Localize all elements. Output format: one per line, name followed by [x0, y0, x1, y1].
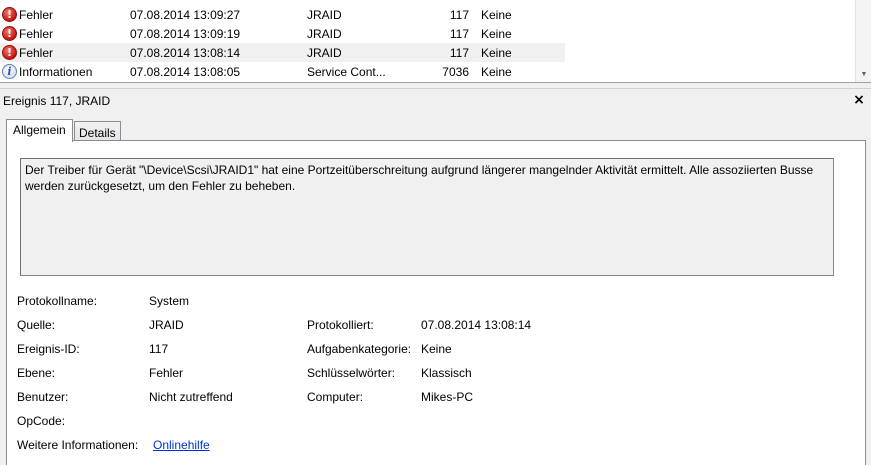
- event-level: Informationen: [19, 65, 93, 79]
- event-level: Fehler: [19, 8, 54, 22]
- computer-value: Mikes-PC: [421, 390, 474, 404]
- source-value: JRAID: [149, 318, 184, 332]
- log-name-value: System: [149, 294, 190, 308]
- task-category-label: Aufgabenkategorie:: [307, 342, 412, 356]
- event-source: JRAID: [307, 27, 342, 41]
- event-list[interactable]: ! Fehler 07.08.2014 13:09:27 JRAID 117 K…: [0, 0, 871, 82]
- source-label: Quelle:: [17, 318, 56, 332]
- event-id: 7036: [442, 65, 469, 79]
- user-value: Nicht zutreffend: [149, 390, 233, 404]
- event-id: 117: [449, 8, 469, 22]
- event-level: Fehler: [19, 27, 54, 41]
- level-value: Fehler: [149, 366, 184, 380]
- logged-value: 07.08.2014 13:08:14: [421, 318, 532, 332]
- event-id: 117: [449, 46, 469, 60]
- event-id-value: 117: [149, 342, 169, 356]
- event-row-selected[interactable]: ! Fehler 07.08.2014 13:08:14 JRAID 117 K…: [0, 43, 565, 62]
- task-category-value: Keine: [421, 342, 452, 356]
- computer-label: Computer:: [307, 390, 364, 404]
- event-id-label: Ereignis-ID:: [17, 342, 80, 356]
- event-category: Keine: [481, 46, 512, 60]
- tab-general[interactable]: Allgemein: [6, 119, 73, 142]
- error-icon: !: [2, 45, 17, 60]
- keywords-label: Schlüsselwörter:: [307, 366, 396, 380]
- tab-panel-general: Der Treiber für Gerät "\Device\Scsi\JRAI…: [6, 140, 866, 465]
- user-label: Benutzer:: [17, 390, 69, 404]
- pane-splitter[interactable]: [0, 82, 871, 89]
- detail-title: Ereignis 117, JRAID: [3, 94, 111, 108]
- level-label: Ebene:: [17, 366, 56, 380]
- error-icon: !: [2, 7, 17, 22]
- event-id: 117: [449, 27, 469, 41]
- keywords-value: Klassisch: [421, 366, 472, 380]
- event-category: Keine: [481, 65, 512, 79]
- scroll-down-arrow-icon[interactable]: ▼: [856, 66, 871, 82]
- logged-label: Protokolliert:: [307, 318, 374, 332]
- event-row[interactable]: ! Fehler 07.08.2014 13:09:27 JRAID 117 K…: [0, 5, 565, 24]
- log-name-label: Protokollname:: [17, 294, 98, 308]
- error-icon: !: [2, 26, 17, 41]
- more-info-label: Weitere Informationen:: [17, 438, 139, 452]
- event-source: Service Cont...: [307, 65, 386, 79]
- info-icon: i: [2, 64, 17, 79]
- event-row[interactable]: i Informationen 07.08.2014 13:08:05 Serv…: [0, 62, 565, 81]
- event-row[interactable]: ! Fehler 07.08.2014 13:09:19 JRAID 117 K…: [0, 24, 565, 43]
- vertical-scrollbar[interactable]: ▼: [855, 0, 871, 82]
- event-date: 07.08.2014 13:08:14: [130, 46, 241, 60]
- online-help-link[interactable]: Onlinehilfe: [153, 438, 210, 452]
- event-source: JRAID: [307, 46, 342, 60]
- tab-details[interactable]: Details: [74, 121, 121, 142]
- event-date: 07.08.2014 13:08:05: [130, 65, 241, 79]
- event-date: 07.08.2014 13:09:19: [130, 27, 241, 41]
- event-source: JRAID: [307, 8, 342, 22]
- event-description[interactable]: Der Treiber für Gerät "\Device\Scsi\JRAI…: [20, 158, 834, 276]
- detail-header: Ereignis 117, JRAID ×: [0, 89, 871, 111]
- event-date: 07.08.2014 13:09:27: [130, 8, 241, 22]
- event-category: Keine: [481, 8, 512, 22]
- event-level: Fehler: [19, 46, 54, 60]
- event-category: Keine: [481, 27, 512, 41]
- opcode-label: OpCode:: [17, 414, 66, 428]
- close-icon[interactable]: ×: [851, 92, 867, 108]
